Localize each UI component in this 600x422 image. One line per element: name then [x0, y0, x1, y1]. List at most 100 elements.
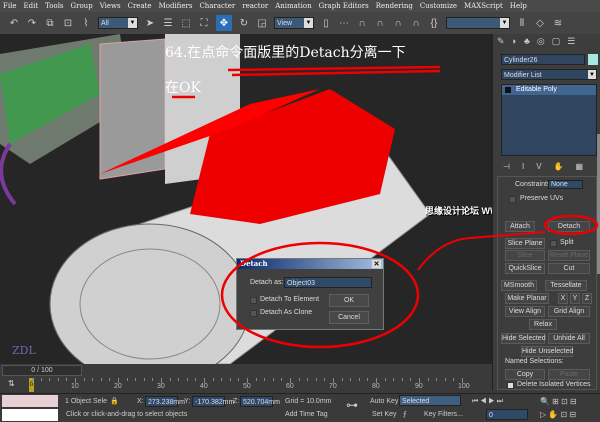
modifier-list-dropdown[interactable]: Modifier List ▼ [501, 69, 597, 80]
paste-button[interactable]: Paste [548, 369, 590, 380]
hide-unselected-button[interactable]: Hide Unselected [521, 346, 573, 357]
reference-coord-dropdown[interactable]: View ▼ [274, 17, 314, 29]
maxscript-listener-bottom[interactable] [2, 409, 58, 421]
auto-key-button[interactable]: Auto Key [370, 396, 398, 407]
maxscript-listener-top[interactable] [2, 395, 58, 407]
show-end-result-icon[interactable]: I [522, 162, 524, 171]
object-color-swatch[interactable] [588, 54, 598, 65]
msmooth-button[interactable]: MSmooth [501, 280, 537, 291]
unhide-all-button[interactable]: Unhide All [548, 333, 590, 344]
menu-edit[interactable]: Edit [23, 0, 38, 12]
menu-modifiers[interactable]: Modifiers [159, 0, 193, 12]
track-bar-toggle-icon[interactable]: ⇅ [8, 379, 15, 388]
zoom-icon[interactable]: 🔍 ⊞ ⊡ ⊟ [540, 396, 577, 407]
hide-selected-button[interactable]: Hide Selected [501, 333, 546, 344]
slice-button[interactable]: Slice [505, 250, 545, 261]
rotate-icon[interactable]: ↻ [238, 17, 250, 29]
link-icon[interactable]: ⧉ [44, 17, 56, 29]
select-by-name-icon[interactable]: ☰ [162, 17, 174, 29]
percent-snap-icon[interactable]: ∩ [392, 17, 404, 29]
pivot-icon[interactable]: ▯ [320, 17, 332, 29]
mirror-icon[interactable]: ⫴ [516, 17, 528, 29]
preserve-uvs-checkbox[interactable] [509, 196, 516, 203]
pin-stack-icon[interactable]: ⊣ [503, 162, 510, 171]
expand-icon[interactable] [505, 87, 511, 93]
menu-group[interactable]: Group [71, 0, 93, 12]
hierarchy-tab-icon[interactable]: ♣ [524, 36, 530, 47]
key-icon[interactable]: ⊶ [346, 399, 358, 411]
menu-customize[interactable]: Customize [420, 0, 457, 12]
detach-button[interactable]: Detach [548, 221, 590, 232]
current-frame-input[interactable]: 0 [486, 409, 528, 420]
relax-button[interactable]: Relax [529, 319, 557, 330]
set-key-button[interactable]: Set Key [372, 409, 397, 420]
menu-create[interactable]: Create [128, 0, 152, 12]
rect-selection-icon[interactable]: ⬚ [180, 17, 192, 29]
menu-file[interactable]: File [3, 0, 16, 12]
track-bar[interactable]: ⇅ 0 10 20 30 40 50 60 70 80 90 100 [0, 377, 492, 393]
remove-modifier-icon[interactable]: ✋ [554, 162, 564, 171]
menu-tools[interactable]: Tools [45, 0, 63, 12]
selection-filter-dropdown[interactable]: All ▼ [98, 17, 138, 29]
key-filters-button[interactable]: Key Filters... [424, 409, 463, 420]
tessellate-button[interactable]: Tessellate [545, 280, 587, 291]
spinner-snap-icon[interactable]: ∩ [410, 17, 422, 29]
menu-animation[interactable]: Animation [275, 0, 311, 12]
detach-as-input[interactable]: Object03 [284, 277, 372, 288]
menu-reactor[interactable]: reactor [242, 0, 268, 12]
utilities-tab-icon[interactable]: ☰ [567, 36, 575, 47]
display-tab-icon[interactable]: ▢ [552, 36, 561, 47]
angle-snap-icon[interactable]: ∩ [374, 17, 386, 29]
slice-plane-button[interactable]: Slice Plane [505, 238, 545, 249]
align-icon[interactable]: ◇ [534, 17, 546, 29]
bind-space-warp-icon[interactable]: ⌇ [80, 17, 92, 29]
motion-tab-icon[interactable]: ◎ [537, 36, 545, 47]
ok-button[interactable]: OK [329, 294, 369, 307]
menu-views[interactable]: Views [100, 0, 121, 12]
menu-maxscript[interactable]: MAXScript [464, 0, 503, 12]
window-crossing-icon[interactable]: ⛶ [198, 17, 210, 29]
configure-sets-icon[interactable]: ▦ [576, 162, 584, 171]
add-time-tag-button[interactable]: Add Time Tag [285, 409, 328, 420]
key-tangent-icon[interactable]: ⨍ [403, 409, 407, 420]
delete-isolated-checkbox[interactable] [507, 382, 514, 389]
select-icon[interactable]: ➤ [144, 17, 156, 29]
z-coordinate-input[interactable]: 520.704mm [240, 396, 280, 407]
time-slider[interactable]: 0 / 100 [0, 364, 492, 377]
edit-named-selection-icon[interactable]: {} [428, 17, 440, 29]
object-name-input[interactable]: Cylinder26 [501, 54, 585, 65]
stack-item-editable-poly[interactable]: Editable Poly [502, 85, 596, 95]
detach-as-clone-checkbox[interactable] [250, 310, 257, 317]
unlink-icon[interactable]: ⊡ [62, 17, 74, 29]
planar-x-button[interactable]: X [558, 293, 568, 304]
move-icon[interactable]: ✥ [216, 15, 232, 31]
split-checkbox[interactable] [550, 240, 557, 247]
constraints-dropdown[interactable]: None [548, 180, 583, 189]
make-unique-icon[interactable]: V [536, 162, 541, 171]
create-tab-icon[interactable]: ✎ [497, 36, 505, 47]
copy-button[interactable]: Copy [505, 369, 545, 380]
x-coordinate-input[interactable]: 273.238mm [145, 396, 185, 407]
snap-icon[interactable]: ∩ [356, 17, 368, 29]
cut-button[interactable]: Cut [548, 263, 590, 274]
layers-icon[interactable]: ≋ [552, 17, 564, 29]
pan-icon[interactable]: ▷ ✋ ⊡ ⊟ [540, 409, 576, 420]
lock-icon[interactable]: 🔒 [110, 396, 119, 407]
key-mode-dropdown[interactable]: Selected [399, 395, 461, 406]
make-planar-button[interactable]: Make Planar [505, 293, 549, 304]
scale-icon[interactable]: ◲ [256, 17, 268, 29]
planar-z-button[interactable]: Z [582, 293, 592, 304]
close-icon[interactable]: ✕ [372, 260, 381, 268]
attach-button[interactable]: Attach [505, 221, 535, 232]
view-align-button[interactable]: View Align [505, 306, 545, 317]
named-selection-dropdown[interactable]: ▼ [446, 17, 510, 29]
detach-to-element-checkbox[interactable] [250, 297, 257, 304]
time-slider-thumb[interactable]: 0 / 100 [2, 365, 82, 376]
cancel-button[interactable]: Cancel [329, 311, 369, 324]
reset-plane-button[interactable]: Reset Plane [548, 250, 590, 261]
menu-character[interactable]: Character [199, 0, 235, 12]
grid-align-button[interactable]: Grid Align [548, 306, 590, 317]
menu-rendering[interactable]: Rendering [376, 0, 413, 12]
y-coordinate-input[interactable]: -170.382mm [192, 396, 234, 407]
planar-y-button[interactable]: Y [570, 293, 580, 304]
